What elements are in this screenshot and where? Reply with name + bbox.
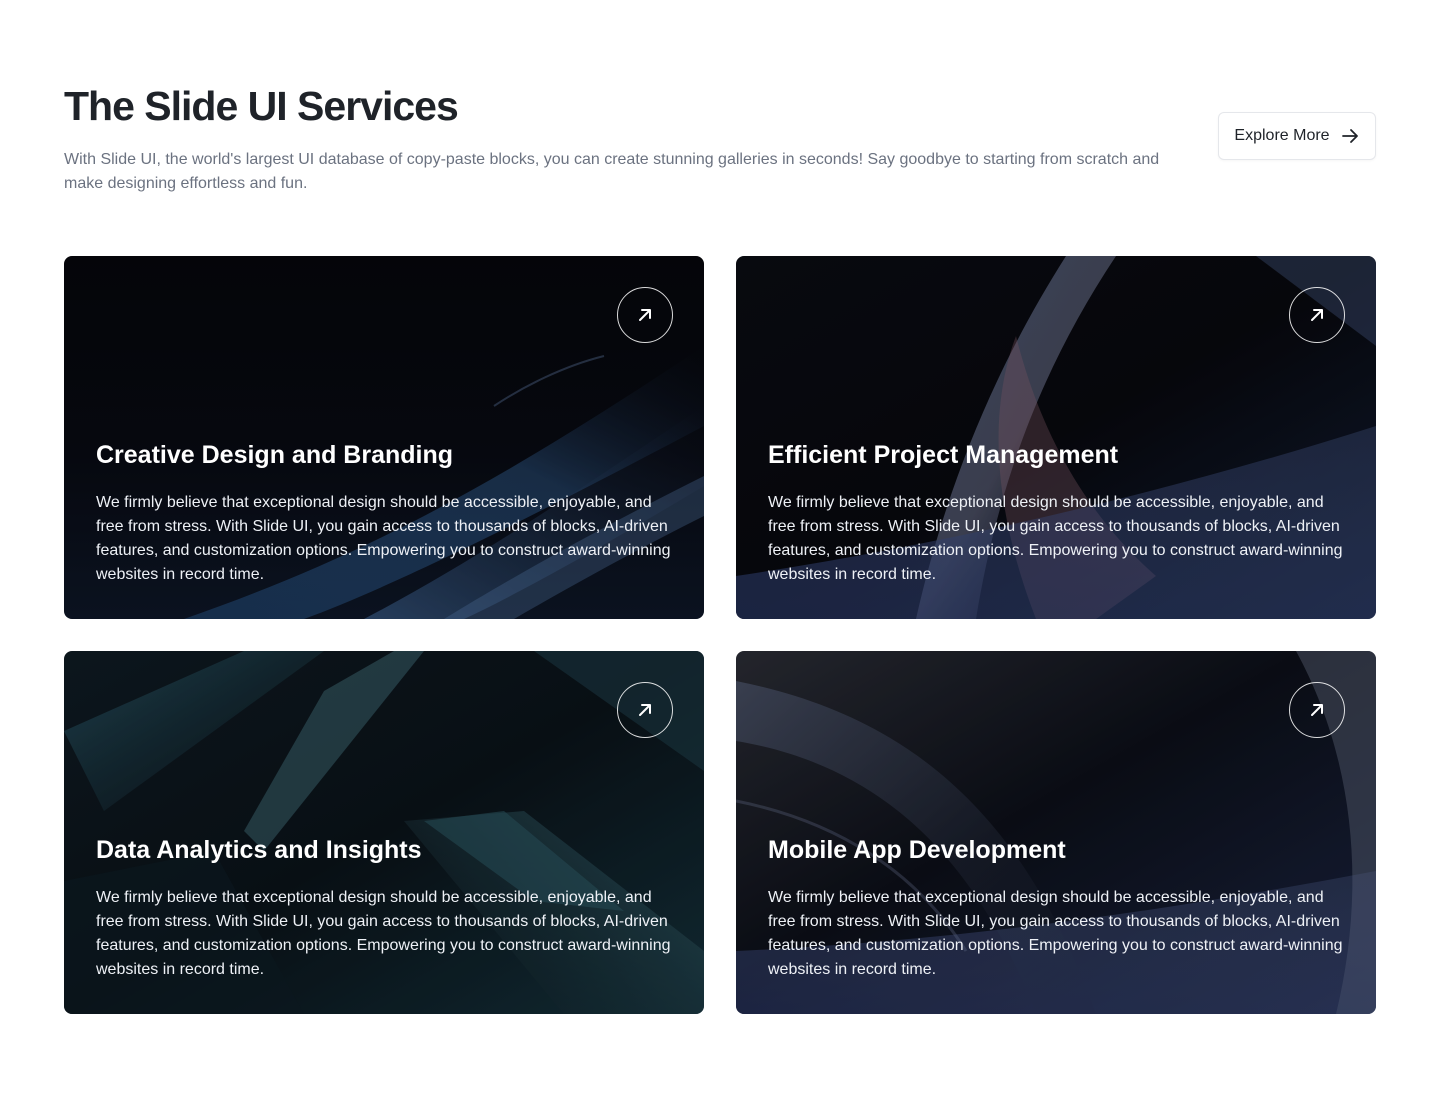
card-description: We firmly believe that exceptional desig… [768,494,1343,583]
card-content: Mobile App Development We firmly believe… [768,834,1344,982]
card-open-button[interactable] [617,287,673,343]
explore-more-label: Explore More [1234,127,1330,144]
services-header: The Slide UI Services With Slide UI, the… [64,0,1376,256]
card-description: We firmly believe that exceptional desig… [96,889,671,978]
arrow-up-right-icon [1311,704,1323,716]
arrow-up-right-icon [639,309,651,321]
card-title: Mobile App Development [768,836,1066,864]
card-open-button[interactable] [617,682,673,738]
arrow-up-right-icon [639,704,651,716]
service-card-creative-design[interactable]: Creative Design and Branding We firmly b… [64,256,704,619]
card-title: Data Analytics and Insights [96,836,422,864]
page-subtitle: With Slide UI, the world's largest UI da… [64,151,1160,192]
services-page: The Slide UI Services With Slide UI, the… [0,0,1440,1094]
service-card-mobile-app[interactable]: Mobile App Development We firmly believe… [736,651,1376,1014]
services-grid: Creative Design and Branding We firmly b… [64,256,1376,1014]
arrow-up-right-icon [1311,309,1323,321]
card-title: Efficient Project Management [768,441,1119,469]
card-open-button[interactable] [1289,682,1345,738]
card-open-button[interactable] [1289,287,1345,343]
explore-more-button[interactable]: Explore More [1218,112,1376,160]
service-card-project-management[interactable]: Efficient Project Management We firmly b… [736,256,1376,619]
page-title: The Slide UI Services [64,83,459,129]
card-description: We firmly believe that exceptional desig… [96,494,671,583]
card-content: Creative Design and Branding We firmly b… [96,439,672,587]
card-description: We firmly believe that exceptional desig… [768,889,1343,978]
card-content: Data Analytics and Insights We firmly be… [96,834,672,982]
arrow-right-icon [1341,129,1358,143]
service-card-data-analytics[interactable]: Data Analytics and Insights We firmly be… [64,651,704,1014]
card-title: Creative Design and Branding [96,441,454,469]
card-content: Efficient Project Management We firmly b… [768,439,1344,587]
